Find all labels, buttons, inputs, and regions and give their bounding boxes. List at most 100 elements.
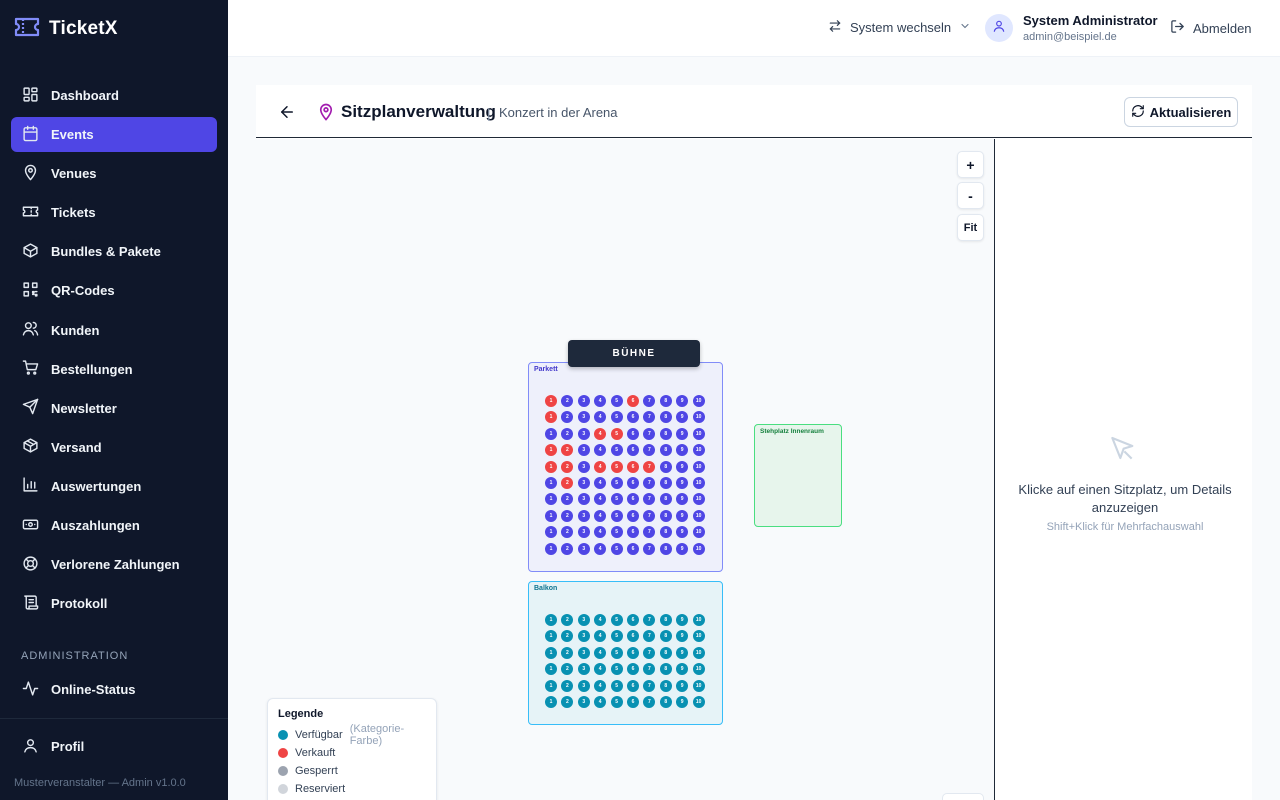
seat-available[interactable]: 1 [545,493,557,506]
seat-available[interactable]: 6 [627,526,639,539]
seat-available[interactable]: 7 [643,614,656,626]
seat-available[interactable]: 6 [627,493,639,506]
seat-available[interactable]: 8 [659,526,672,539]
seat-available[interactable]: 2 [561,542,574,555]
seat-available[interactable]: 1 [545,630,557,643]
seat-available[interactable]: 9 [676,395,689,407]
seat-available[interactable]: 2 [561,509,574,522]
seat-available[interactable]: 2 [561,679,574,692]
seat-available[interactable]: 2 [561,395,574,407]
seat-available[interactable]: 3 [577,696,590,708]
seat-available[interactable]: 10 [692,444,705,457]
seat-available[interactable]: 5 [610,477,623,489]
seat-available[interactable]: 6 [627,427,639,440]
sidebar-item-verlorene-zahlungen[interactable]: Verlorene Zahlungen [11,547,217,582]
seat-available[interactable]: 8 [659,630,672,643]
seat-available[interactable]: 3 [577,663,590,676]
seat-available[interactable]: 7 [643,646,656,659]
seat-available[interactable]: 5 [610,509,623,522]
seat-available[interactable]: 3 [577,460,590,473]
seat-available[interactable]: 1 [545,526,557,539]
seat-available[interactable]: 8 [659,477,672,489]
seat-available[interactable]: 6 [627,614,639,626]
seat-available[interactable]: 5 [610,630,623,643]
seat-available[interactable]: 2 [561,427,574,440]
seat-available[interactable]: 9 [676,614,689,626]
seat-available[interactable]: 8 [659,509,672,522]
seat-available[interactable]: 6 [627,663,639,676]
seat-sold[interactable]: 1 [545,411,557,424]
seat-available[interactable]: 7 [643,493,656,506]
sidebar-item-dashboard[interactable]: Dashboard [11,78,217,113]
seat-available[interactable]: 10 [692,646,705,659]
seat-available[interactable]: 8 [659,411,672,424]
seat-available[interactable]: 8 [659,493,672,506]
seat-available[interactable]: 7 [643,509,656,522]
seat-available[interactable]: 4 [594,663,607,676]
seat-sold[interactable]: 1 [545,460,557,473]
seat-sold[interactable]: 5 [610,427,623,440]
seat-available[interactable]: 9 [676,411,689,424]
seat-available[interactable]: 10 [692,427,705,440]
sidebar-item-tickets[interactable]: Tickets [11,195,217,230]
seat-available[interactable]: 4 [594,493,607,506]
seat-available[interactable]: 3 [577,509,590,522]
seat-available[interactable]: 9 [676,696,689,708]
seat-available[interactable]: 5 [610,646,623,659]
seat-available[interactable]: 7 [643,679,656,692]
sidebar-item-kunden[interactable]: Kunden [11,313,217,348]
seat-map-canvas[interactable]: + - Fit Parkett 1 2 3 4 5 6 7 8 9 10 1 2 3 4 5 6 7 8 9 10 1 2… [256,139,995,800]
seat-available[interactable]: 4 [594,477,607,489]
seat-available[interactable]: 10 [692,526,705,539]
seat-available[interactable]: 2 [561,411,574,424]
seat-available[interactable]: 3 [577,411,590,424]
canvas-control-button[interactable] [942,793,984,800]
seat-available[interactable]: 7 [643,395,656,407]
seat-available[interactable]: 7 [643,696,656,708]
seat-available[interactable]: 1 [545,427,557,440]
seat-available[interactable]: 3 [577,614,590,626]
seat-available[interactable]: 10 [692,614,705,626]
seat-available[interactable]: 9 [676,679,689,692]
sidebar-item-versand[interactable]: Versand [11,430,217,465]
seat-available[interactable]: 2 [561,646,574,659]
block-parkett[interactable]: Parkett 1 2 3 4 5 6 7 8 9 10 1 2 3 4 5 6 7 8 9 10 1 2 3 4 5 6 7 8 9 1… [528,362,723,572]
seat-available[interactable]: 6 [627,646,639,659]
seat-available[interactable]: 5 [610,444,623,457]
seat-available[interactable]: 4 [594,395,607,407]
seat-available[interactable]: 3 [577,646,590,659]
seat-available[interactable]: 2 [561,526,574,539]
seat-available[interactable]: 1 [545,646,557,659]
block-balkon[interactable]: Balkon 1 2 3 4 5 6 7 8 9 10 1 2 3 4 5 6 7 8 9 10 1 2 3 4 5 6 7 8 9 10… [528,581,723,725]
seat-available[interactable]: 1 [545,696,557,708]
seat-sold[interactable]: 7 [643,460,656,473]
seat-available[interactable]: 6 [627,411,639,424]
seat-available[interactable]: 4 [594,542,607,555]
sidebar-item-auszahlungen[interactable]: Auszahlungen [11,508,217,543]
seat-sold[interactable]: 4 [594,427,607,440]
seat-available[interactable]: 2 [561,493,574,506]
seat-available[interactable]: 1 [545,542,557,555]
seat-available[interactable]: 9 [676,427,689,440]
seat-available[interactable]: 5 [610,614,623,626]
seat-sold[interactable]: 6 [627,395,639,407]
zoom-out-button[interactable]: - [957,182,984,209]
sidebar-item-bestellungen[interactable]: Bestellungen [11,352,217,387]
seat-available[interactable]: 3 [577,395,590,407]
seat-available[interactable]: 7 [643,542,656,555]
seat-available[interactable]: 1 [545,663,557,676]
seat-sold[interactable]: 4 [594,460,607,473]
seat-available[interactable]: 7 [643,663,656,676]
seat-available[interactable]: 9 [676,460,689,473]
seat-available[interactable]: 4 [594,679,607,692]
seat-available[interactable]: 4 [594,509,607,522]
brand[interactable]: TicketX [14,16,118,42]
seat-available[interactable]: 10 [692,460,705,473]
seat-available[interactable]: 8 [659,444,672,457]
seat-available[interactable]: 9 [676,526,689,539]
seat-available[interactable]: 8 [659,542,672,555]
seat-available[interactable]: 6 [627,509,639,522]
sidebar-item-newsletter[interactable]: Newsletter [11,391,217,426]
seat-available[interactable]: 5 [610,526,623,539]
seat-available[interactable]: 8 [659,460,672,473]
